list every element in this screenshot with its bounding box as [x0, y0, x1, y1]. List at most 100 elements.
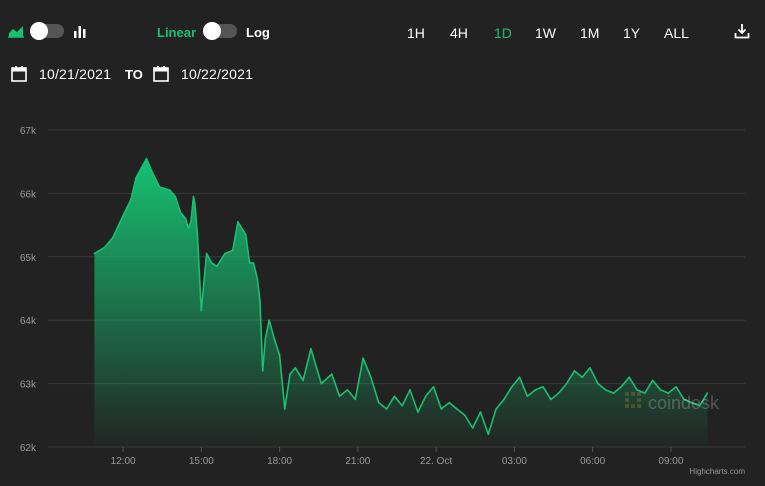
price-point	[261, 370, 264, 372]
price-point	[135, 176, 137, 179]
price-point	[628, 376, 630, 379]
price-point	[573, 370, 576, 372]
price-point	[244, 233, 247, 236]
price-point	[354, 398, 357, 401]
price-point	[320, 382, 323, 385]
price-point	[268, 319, 271, 322]
price-point	[542, 386, 544, 388]
price-point	[331, 373, 333, 375]
price-point	[503, 398, 505, 401]
watermark-text: coindesk	[648, 393, 720, 413]
price-point	[184, 218, 187, 220]
price-point	[169, 189, 171, 191]
price-point	[256, 278, 259, 280]
price-point	[194, 202, 196, 204]
price-point	[205, 252, 208, 255]
price-point	[487, 433, 490, 436]
price-point	[158, 186, 161, 188]
price-point	[346, 389, 349, 391]
y-tick-label: 67k	[20, 126, 37, 137]
x-tick-label: 03:00	[502, 456, 527, 467]
price-point	[216, 265, 218, 268]
price-chart[interactable]: coindesk 62k 63k 64k 65k 66k 67k 12:00 15:00 18:…	[0, 0, 765, 486]
y-tick-label: 62k	[20, 443, 37, 454]
price-point	[471, 427, 474, 429]
price-point	[589, 367, 591, 369]
price-point	[534, 389, 537, 391]
price-point	[252, 262, 255, 264]
price-point	[200, 309, 203, 312]
price-point	[174, 195, 177, 198]
price-point	[187, 227, 190, 230]
price-point	[456, 408, 458, 410]
chart-credits[interactable]: Highcharts.com	[689, 467, 745, 476]
price-point	[495, 408, 497, 410]
price-point	[550, 398, 552, 401]
chart-series	[93, 157, 709, 447]
price-point	[289, 373, 291, 375]
price-point	[417, 411, 419, 413]
x-tick-label: 18:00	[267, 456, 292, 467]
price-point	[211, 262, 213, 264]
price-point	[526, 395, 529, 398]
price-point	[145, 157, 148, 160]
price-point	[231, 249, 234, 252]
price-point	[597, 382, 599, 385]
price-point	[362, 357, 364, 360]
price-point	[338, 395, 341, 398]
price-point	[302, 379, 304, 382]
x-tick-label: 12:00	[111, 456, 136, 467]
price-point	[151, 170, 153, 172]
price-point	[93, 252, 96, 255]
price-point	[140, 167, 143, 169]
price-point	[636, 389, 638, 391]
price-point	[440, 408, 443, 410]
price-point	[130, 198, 132, 201]
price-point	[604, 389, 607, 391]
price-point	[264, 338, 267, 341]
price-point	[651, 379, 654, 382]
x-tick-label: 06:00	[580, 456, 605, 467]
price-point	[401, 405, 404, 407]
price-point	[273, 338, 276, 341]
price-point	[565, 382, 568, 385]
price-point	[237, 221, 239, 223]
price-point	[464, 414, 466, 417]
price-point	[284, 408, 286, 410]
price-point	[294, 367, 297, 369]
price-point	[612, 392, 615, 394]
price-point	[385, 408, 388, 410]
price-point	[557, 392, 560, 394]
x-tick-label: 09:00	[658, 456, 683, 467]
price-point	[581, 376, 583, 379]
price-point	[518, 376, 521, 379]
price-point	[310, 347, 312, 350]
price-point	[511, 386, 513, 388]
y-tick-label: 66k	[20, 189, 37, 200]
price-point	[111, 237, 114, 239]
price-point	[104, 246, 106, 249]
price-point	[122, 214, 124, 217]
price-point	[259, 300, 261, 303]
price-point	[179, 211, 182, 214]
price-point	[409, 389, 411, 391]
y-tick-label: 64k	[20, 316, 37, 327]
price-point	[448, 401, 451, 404]
price-point	[192, 195, 195, 198]
price-point	[248, 262, 251, 264]
x-tick-label: 21:00	[345, 456, 370, 467]
price-point	[479, 411, 482, 413]
price-point	[432, 386, 435, 388]
price-point	[190, 221, 192, 223]
y-tick-label: 63k	[20, 380, 37, 391]
price-point	[659, 389, 662, 391]
price-point	[278, 354, 281, 356]
price-point	[377, 401, 380, 404]
price-point	[620, 386, 623, 388]
price-point	[675, 386, 677, 388]
price-point	[424, 395, 427, 398]
price-point	[196, 233, 199, 236]
price-point	[393, 395, 396, 398]
price-point	[224, 252, 226, 255]
y-tick-label: 65k	[20, 253, 37, 264]
